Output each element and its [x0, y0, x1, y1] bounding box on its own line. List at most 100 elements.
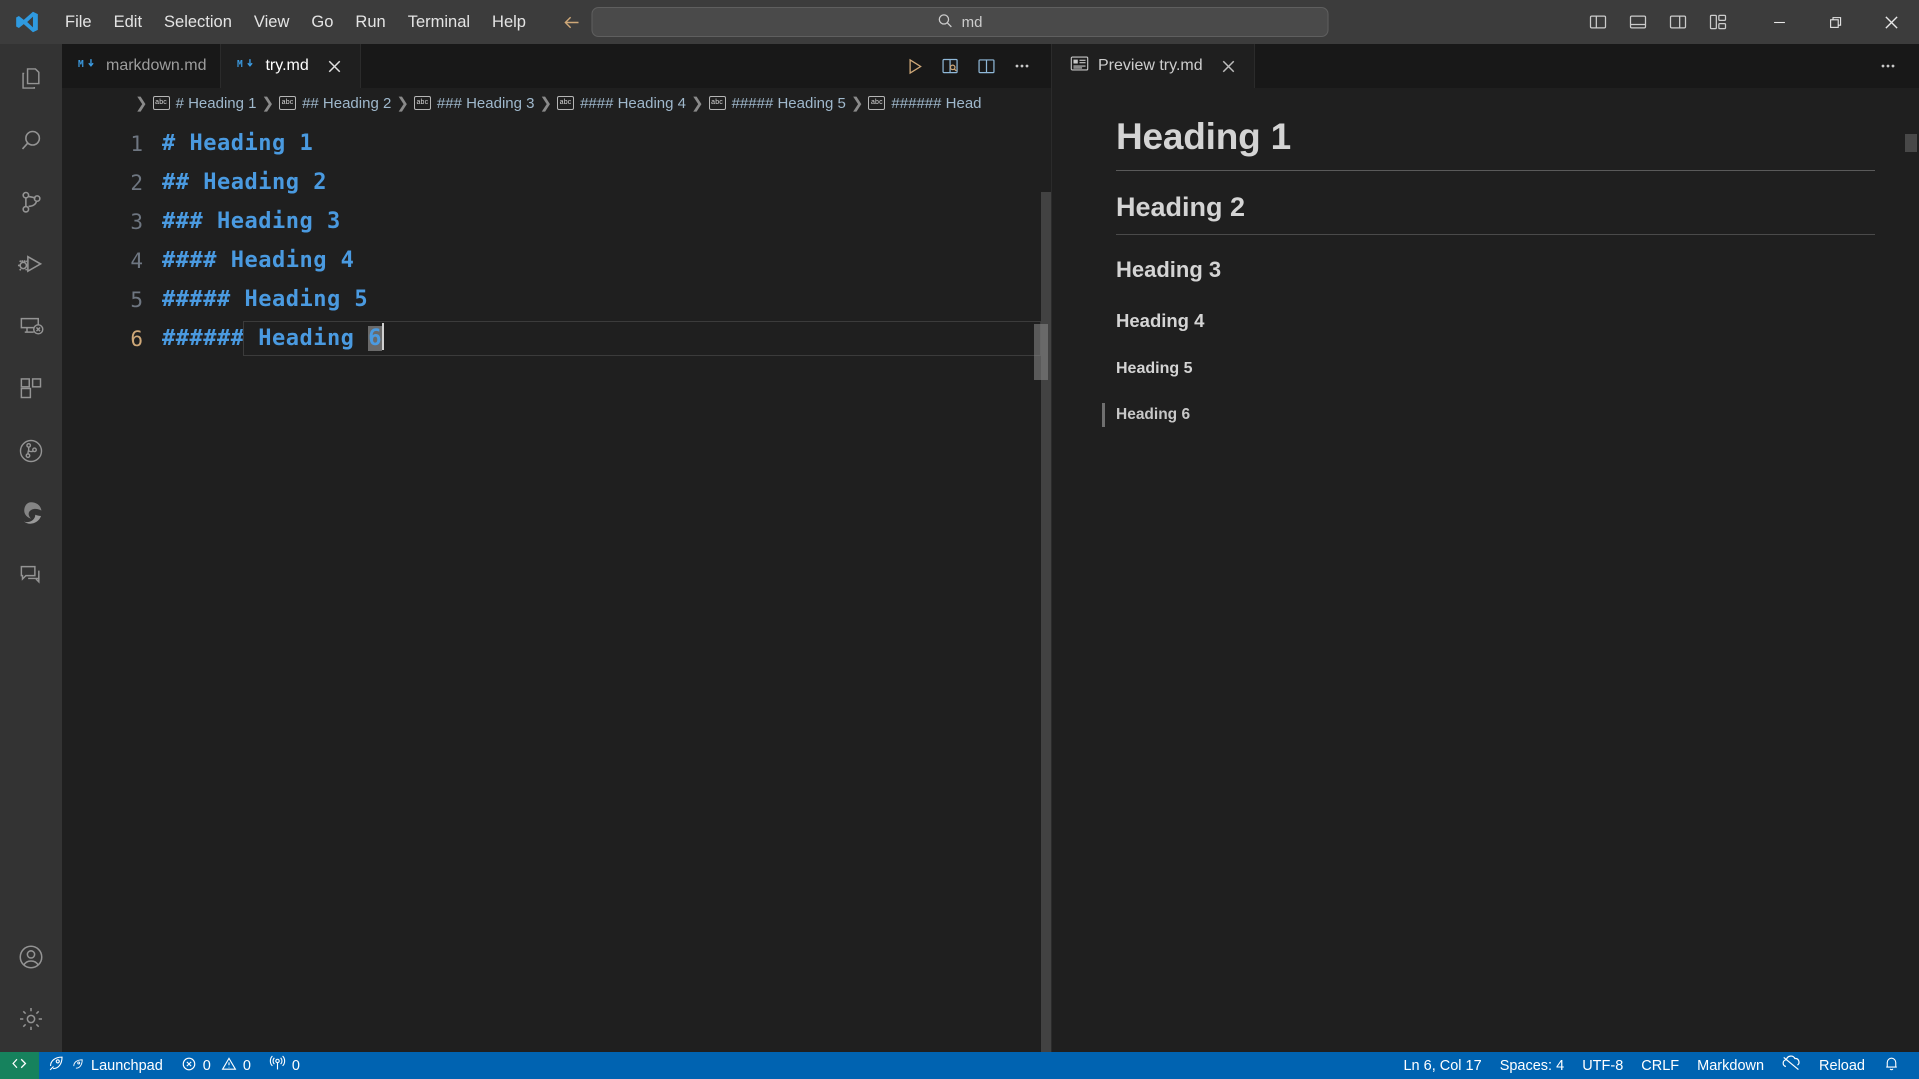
preview-heading-6: Heading 6: [1102, 403, 1875, 427]
code-line-current: 6 ###### Heading 6: [62, 319, 1051, 358]
close-icon[interactable]: [1218, 55, 1240, 77]
breadcrumb-label: ## Heading 2: [302, 94, 392, 112]
status-reload[interactable]: Reload: [1810, 1052, 1874, 1079]
breadcrumb-item-heading-3[interactable]: abc ### Heading 3: [413, 95, 534, 112]
activity-item-explorer[interactable]: [0, 50, 62, 112]
command-center[interactable]: md: [591, 7, 1328, 37]
line-number: 6: [130, 326, 143, 351]
breadcrumb-item-heading-2[interactable]: abc ## Heading 2: [279, 95, 391, 112]
editor-scrollbar[interactable]: [1034, 118, 1048, 1052]
activity-item-extensions[interactable]: [0, 360, 62, 422]
preview-tabs: Preview try.md: [1052, 44, 1919, 88]
menu-view[interactable]: View: [243, 9, 300, 36]
tab-try-md[interactable]: M try.md: [221, 44, 361, 88]
breadcrumb-label: # Heading 1: [175, 94, 257, 112]
title-bar-right: [1583, 0, 1919, 44]
menu-selection[interactable]: Selection: [153, 9, 243, 36]
markdown-preview[interactable]: Heading 1 Heading 2 Heading 3 Heading 4 …: [1052, 88, 1919, 1052]
status-encoding[interactable]: UTF-8: [1573, 1052, 1632, 1079]
prettier-disabled-icon: [1782, 1055, 1801, 1076]
editor-actions: [899, 44, 1051, 88]
breadcrumb-separator: ❯: [261, 95, 275, 112]
breadcrumb-item-heading-6[interactable]: abc ###### Head: [868, 94, 982, 112]
symbol-string-icon: abc: [868, 96, 886, 110]
activity-item-run-and-debug[interactable]: [0, 236, 62, 298]
tab-markdown-md[interactable]: M markdown.md: [62, 44, 222, 88]
status-launchpad[interactable]: Launchpad: [39, 1052, 172, 1079]
menu-file[interactable]: File: [54, 9, 103, 36]
symbol-string-icon: abc: [152, 96, 170, 110]
more-actions-icon[interactable]: [1873, 51, 1903, 81]
remote-window-indicator[interactable]: [0, 1052, 39, 1079]
editor-tabs: M markdown.md M try.md: [62, 44, 1051, 88]
activity-item-git-graph[interactable]: [0, 422, 62, 484]
toggle-secondary-sidebar-icon[interactable]: [1663, 7, 1693, 37]
breadcrumb-item-heading-4[interactable]: abc #### Heading 4: [557, 95, 686, 112]
arrow-left-icon[interactable]: [559, 9, 585, 35]
status-problems[interactable]: 0 0: [172, 1052, 260, 1079]
minimize-icon[interactable]: [1751, 0, 1807, 44]
activity-item-browser-preview[interactable]: [0, 484, 62, 546]
scrollbar-thumb[interactable]: [1034, 324, 1048, 380]
error-icon: [181, 1056, 197, 1076]
toggle-panel-icon[interactable]: [1623, 7, 1653, 37]
breadcrumb-separator: ❯: [135, 95, 148, 112]
status-editor-position[interactable]: Ln 6, Col 17: [1394, 1052, 1490, 1079]
activity-item-chat[interactable]: [0, 546, 62, 608]
breadcrumb-label: ##### Heading 5: [731, 94, 846, 112]
warning-count: 0: [242, 1057, 251, 1074]
symbol-string-icon: abc: [708, 96, 726, 110]
symbol-string-icon: abc: [279, 96, 297, 110]
activity-item-settings[interactable]: [0, 990, 62, 1052]
breadcrumb-item-heading-1[interactable]: abc # Heading 1: [152, 94, 257, 112]
close-icon[interactable]: [1863, 0, 1919, 44]
warning-icon: [221, 1056, 237, 1076]
code-line: 3 ### Heading 3: [62, 202, 1051, 241]
status-notifications[interactable]: [1874, 1052, 1909, 1079]
code-line: 2 ## Heading 2: [62, 163, 1051, 202]
status-eol[interactable]: CRLF: [1632, 1052, 1688, 1079]
account-icon: [17, 943, 45, 976]
line-number: 4: [130, 248, 143, 273]
run-icon[interactable]: [899, 51, 929, 81]
toggle-primary-sidebar-icon[interactable]: [1583, 7, 1613, 37]
more-actions-icon[interactable]: [1007, 51, 1037, 81]
menu-help[interactable]: Help: [481, 9, 537, 36]
activity-item-accounts[interactable]: [0, 928, 62, 990]
close-icon[interactable]: [324, 55, 346, 77]
breadcrumb-item-heading-5[interactable]: abc ##### Heading 5: [708, 94, 846, 112]
status-ports[interactable]: 0: [260, 1052, 309, 1079]
menu-run[interactable]: Run: [344, 9, 396, 36]
menu-edit[interactable]: Edit: [103, 9, 153, 36]
chat-icon: [18, 561, 45, 593]
selected-text: 6: [368, 326, 382, 351]
menu-terminal[interactable]: Terminal: [397, 9, 481, 36]
restore-icon[interactable]: [1807, 0, 1863, 44]
status-prettier[interactable]: [1773, 1052, 1810, 1079]
tab-preview-try-md[interactable]: Preview try.md: [1052, 44, 1255, 88]
breadcrumb-separator: ❯: [396, 95, 409, 112]
preview-icon: [1070, 55, 1089, 77]
customize-layout-icon[interactable]: [1703, 7, 1733, 37]
preview-heading-2: Heading 2: [1116, 191, 1875, 235]
activity-item-search[interactable]: [0, 112, 62, 174]
activity-item-source-control[interactable]: [0, 174, 62, 236]
breadcrumb-label: ###### Head: [891, 94, 982, 112]
line-number: 1: [130, 131, 143, 156]
status-bar-right: Ln 6, Col 17 Spaces: 4 UTF-8 CRLF Markdo…: [1394, 1052, 1919, 1079]
breadcrumb-label: #### Heading 4: [580, 94, 686, 112]
line-content: ### Heading 3: [162, 209, 341, 234]
status-indentation[interactable]: Spaces: 4: [1491, 1052, 1574, 1079]
split-editor-icon[interactable]: [971, 51, 1001, 81]
code-line: 5 ##### Heading 5: [62, 280, 1051, 319]
run-debug-icon: [17, 250, 46, 284]
preview-scrollbar-thumb[interactable]: [1905, 134, 1917, 152]
activity-item-remote-explorer[interactable]: [0, 298, 62, 360]
menu-go[interactable]: Go: [300, 9, 344, 36]
status-language-mode[interactable]: Markdown: [1688, 1052, 1773, 1079]
open-preview-to-side-icon[interactable]: [935, 51, 965, 81]
preview-heading-1: Heading 1: [1116, 114, 1875, 172]
git-graph-icon: [17, 437, 45, 470]
breadcrumb: ❯ abc # Heading 1 ❯ abc ## Heading 2 ❯ a…: [62, 88, 1051, 118]
code-editor[interactable]: 1 # Heading 1 2 ## Heading 2 3 ### Headi…: [62, 118, 1051, 1052]
